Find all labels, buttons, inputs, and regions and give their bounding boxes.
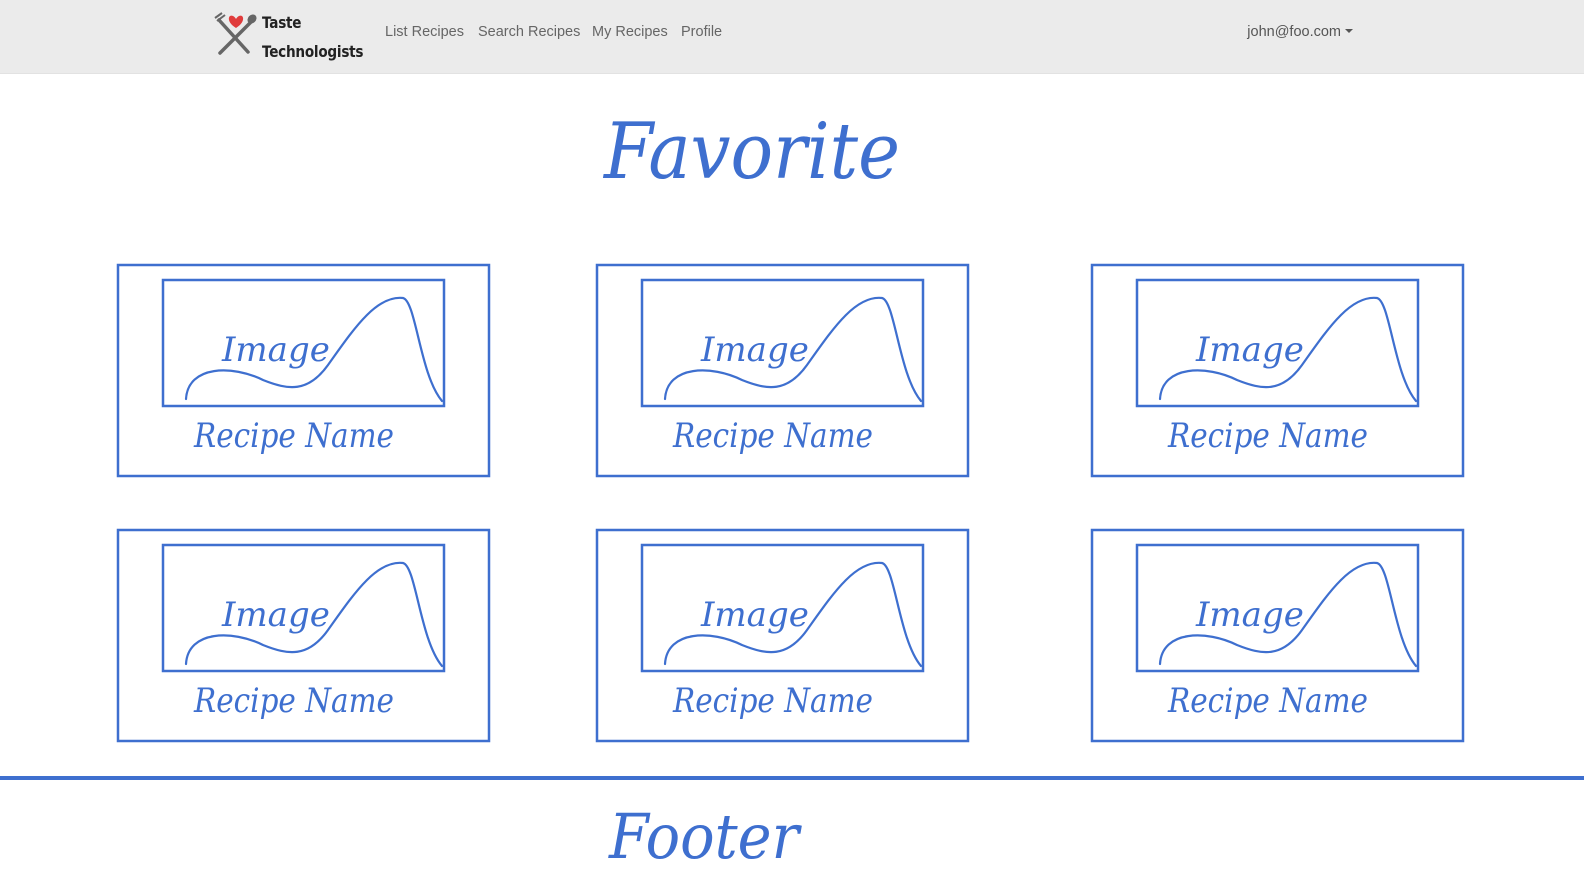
- recipe-name: Recipe Name: [672, 681, 873, 721]
- image-label: Image: [221, 595, 330, 635]
- recipe-name: Recipe Name: [1167, 416, 1368, 456]
- sketch-content: Favorite Image Recipe Name Image Recipe Nam…: [0, 107, 1584, 873]
- image-label: Image: [700, 330, 809, 370]
- recipe-card[interactable]: Image Recipe Name: [116, 528, 491, 743]
- recipe-card[interactable]: Image Recipe Name: [1090, 528, 1465, 743]
- recipe-name: Recipe Name: [193, 416, 394, 456]
- image-label: Image: [221, 330, 330, 370]
- page-title: Favorite: [602, 107, 900, 197]
- image-label: Image: [1195, 330, 1304, 370]
- footer-label: Footer: [608, 800, 802, 873]
- recipe-name: Recipe Name: [672, 416, 873, 456]
- recipe-name: Recipe Name: [1167, 681, 1368, 721]
- recipe-card[interactable]: Image Recipe Name: [1090, 263, 1465, 478]
- recipe-card[interactable]: Image Recipe Name: [116, 263, 491, 478]
- image-label: Image: [1195, 595, 1304, 635]
- recipe-card[interactable]: Image Recipe Name: [595, 528, 970, 743]
- recipe-name: Recipe Name: [193, 681, 394, 721]
- image-label: Image: [700, 595, 809, 635]
- recipe-card[interactable]: Image Recipe Name: [595, 263, 970, 478]
